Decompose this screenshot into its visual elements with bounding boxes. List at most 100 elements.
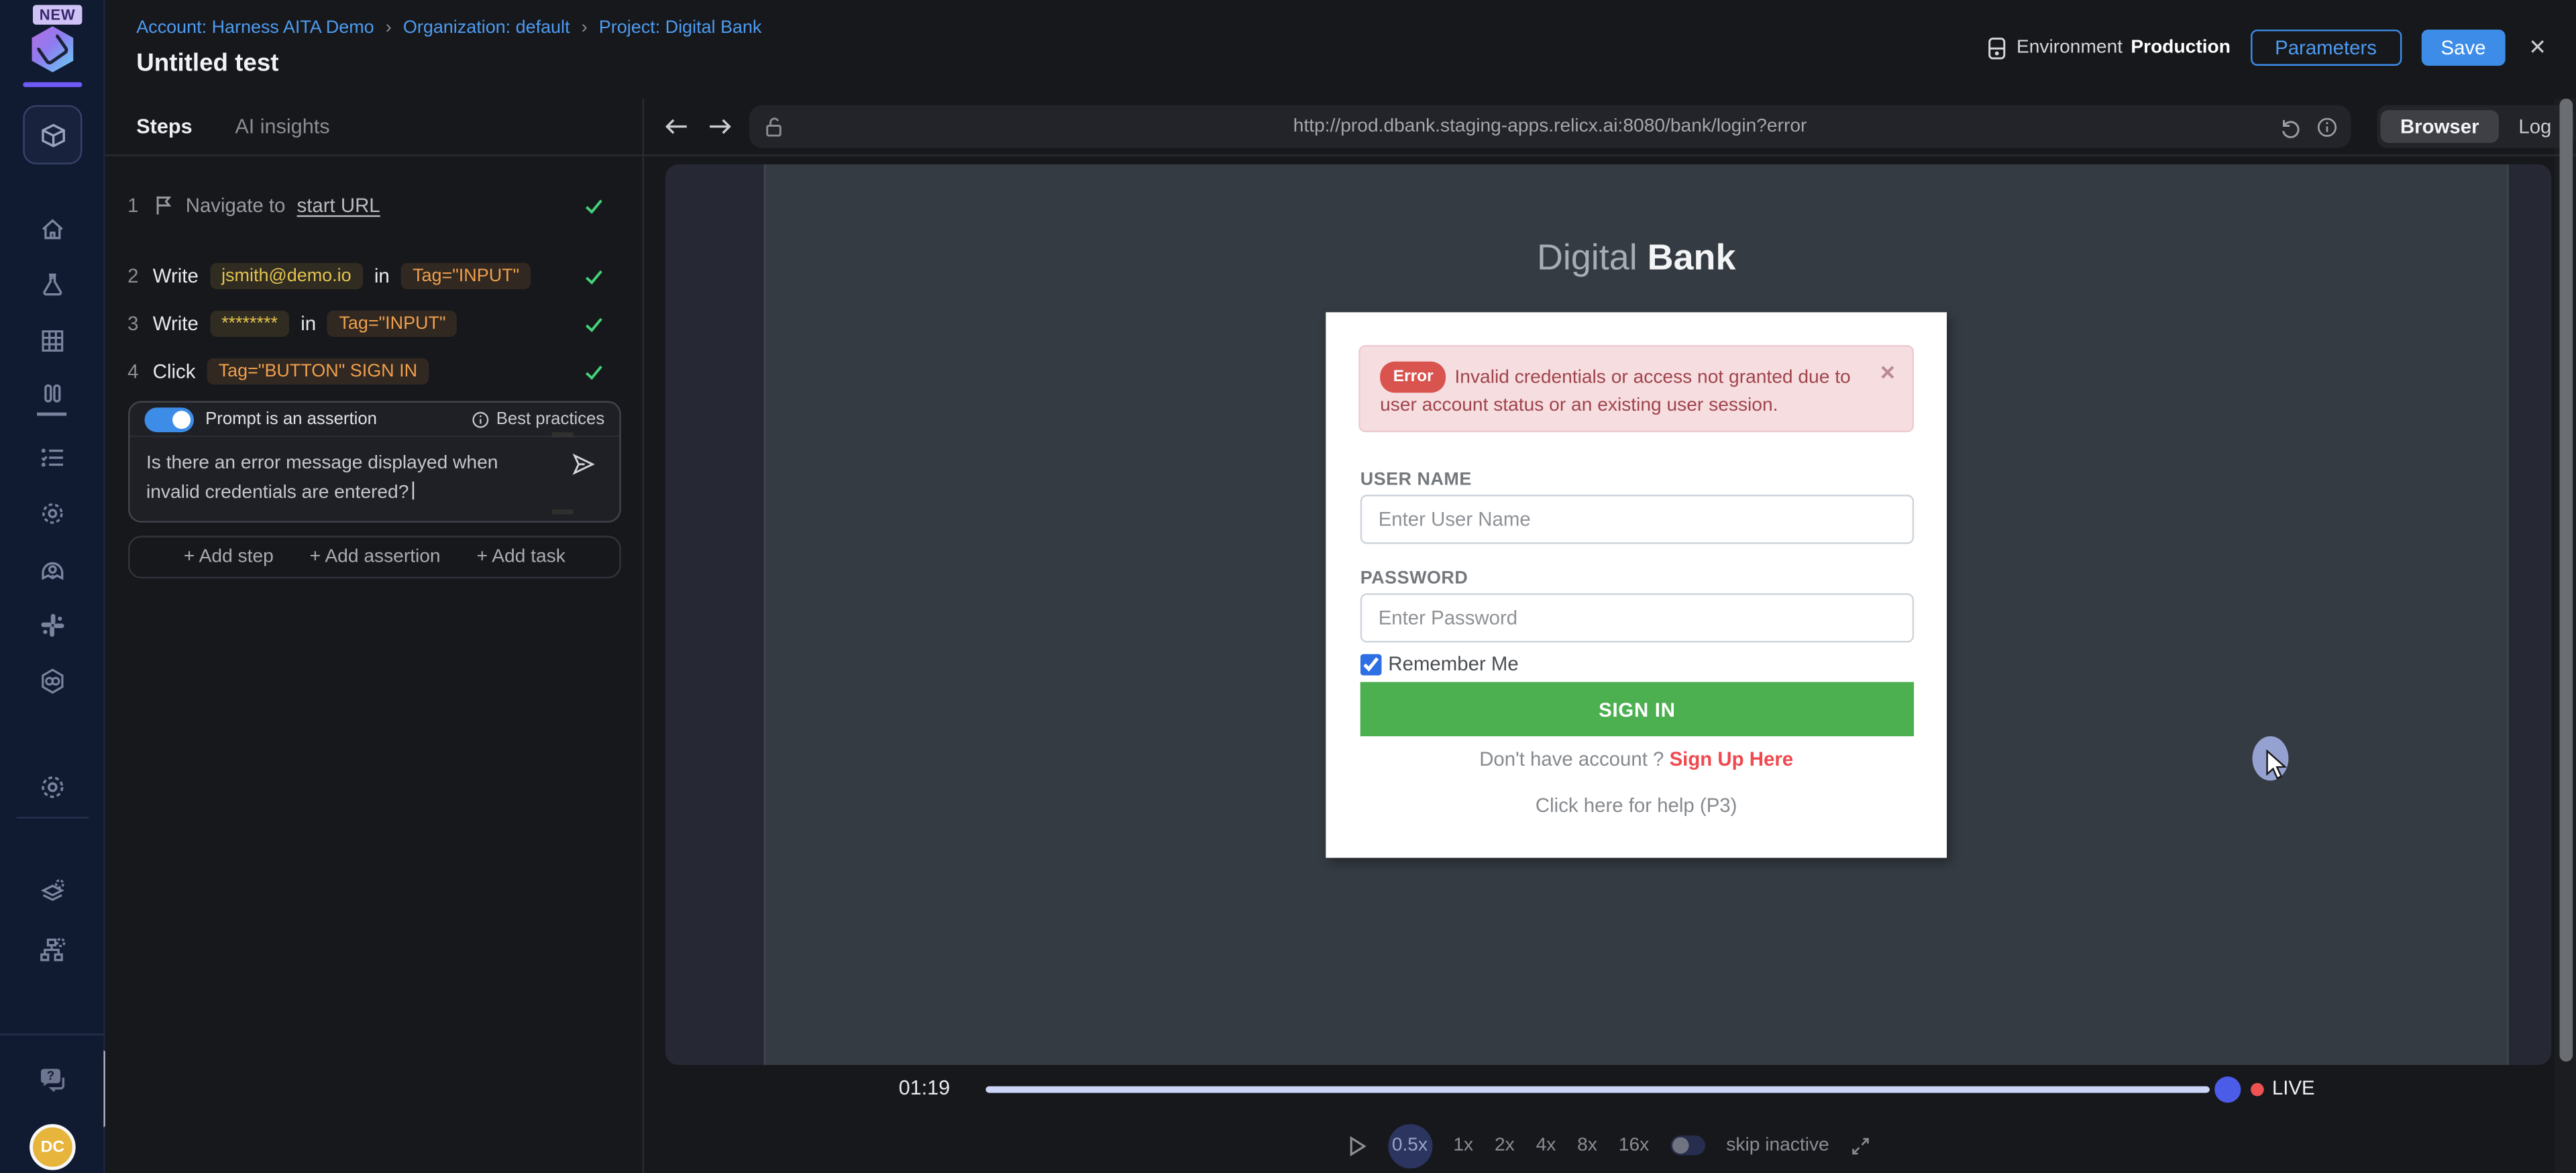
close-icon[interactable]: ✕ [2528,34,2546,60]
brand-bold-text: Bank [1648,237,1736,278]
forward-button[interactable] [708,117,733,136]
nav-item-pipelines[interactable] [38,667,66,695]
scrollbar-thumb[interactable] [2559,99,2572,1062]
alert-close-icon[interactable]: ✕ [1879,360,1896,388]
header-actions: Environment Production Parameters Save ✕ [1987,30,2546,66]
step-row-3[interactable]: 3 Write ******** in Tag="INPUT" [125,311,624,337]
password-input[interactable] [1360,593,1914,642]
nav-item-experiments[interactable] [38,271,66,299]
environment-selector[interactable]: Environment Production [1987,36,2231,60]
nav-item-apps-grid[interactable] [38,327,66,355]
flag-icon [153,194,174,217]
fullscreen-expand-icon[interactable] [1851,1135,1872,1156]
add-assertion-button[interactable]: + Add assertion [310,548,441,567]
speed-option-1x[interactable]: 1x [1453,1135,1473,1155]
tab-ai-insights[interactable]: AI insights [235,115,329,138]
best-practices-link[interactable]: Best practices [472,409,604,429]
info-icon [472,410,490,428]
step-value-chip[interactable]: jsmith@demo.io [210,263,363,289]
url-bar[interactable]: http://prod.dbank.staging-apps.relicx.ai… [749,105,2351,148]
remote-browser-viewport[interactable]: Digital Bank ErrorInvalid credentials or… [665,164,2551,1065]
steps-panel-tabs: Steps AI insights [105,99,643,156]
assertion-toggle-label: Prompt is an assertion [205,409,460,429]
remember-me-checkbox[interactable] [1360,653,1382,674]
send-prompt-button[interactable] [570,452,596,476]
back-button[interactable] [663,117,688,136]
gavel-icon [35,32,70,66]
unlock-icon [764,115,784,138]
cube-icon [39,121,67,149]
step-action: Write [153,312,199,335]
harness-aita-logo-icon[interactable] [30,26,76,72]
start-url-link[interactable]: start URL [297,194,380,217]
server-icon [1987,36,2008,60]
breadcrumb-project-link[interactable]: Project: Digital Bank [599,18,762,38]
nav-item-checklist[interactable] [38,444,66,472]
play-button[interactable] [1348,1135,1366,1156]
nav-item-test-module[interactable] [23,105,82,164]
active-module-underline [37,413,66,416]
step-passed-check-icon [583,313,604,335]
breadcrumb-organization-link[interactable]: Organization: default [403,18,570,38]
nav-item-project-settings[interactable] [37,772,66,802]
app-window: NEW [0,0,2576,1173]
nav-item-test-suites[interactable] [38,383,66,411]
textarea-resize-grip[interactable] [552,509,574,514]
step-target-chip[interactable]: Tag="INPUT" [401,263,531,289]
browser-preview-area: http://prod.dbank.staging-apps.relicx.ai… [644,99,2576,1173]
nav-accent-divider [23,82,82,87]
speed-option-8x[interactable]: 8x [1577,1135,1597,1155]
assertion-toggle[interactable] [145,407,194,431]
view-mode-tabs: Browser Log [2377,105,2575,148]
remember-me-label: Remember Me [1388,652,1518,675]
text-cursor [412,482,413,500]
help-button[interactable]: ? [36,1065,68,1096]
help-link[interactable]: Click here for help (P3) [1326,794,1947,817]
assertion-prompt-input[interactable]: Is there an error message displayed when… [146,449,557,508]
nav-item-layers-settings[interactable] [37,878,66,907]
parameters-button[interactable]: Parameters [2250,30,2401,66]
timeline-knob[interactable] [2214,1076,2241,1103]
speed-option-16x[interactable]: 16x [1619,1135,1649,1155]
info-button[interactable] [2316,116,2338,138]
step-row-4[interactable]: 4 Click Tag="BUTTON" SIGN IN [125,358,624,385]
step-row-2[interactable]: 2 Write jsmith@demo.io in Tag="INPUT" [125,263,624,289]
step-value-chip[interactable]: ******** [210,311,289,337]
add-task-button[interactable]: + Add task [477,548,566,567]
user-avatar[interactable]: DC [30,1124,76,1170]
nav-item-home[interactable] [38,215,66,244]
tab-browser[interactable]: Browser [2381,110,2499,143]
toggle-knob [1672,1137,1688,1154]
speed-option-4x[interactable]: 4x [1536,1135,1556,1155]
timeline-track[interactable] [985,1086,2209,1093]
skip-inactive-toggle[interactable] [1670,1135,1705,1155]
textarea-resize-grip[interactable] [552,432,574,437]
digital-bank-brand: Digital Bank [765,237,2507,280]
digital-bank-page: Digital Bank ErrorInvalid credentials or… [764,164,2509,1065]
nav-item-integrations[interactable] [38,611,66,640]
nav-item-incognito[interactable] [38,556,66,584]
add-step-button[interactable]: + Add step [184,548,274,567]
speed-option-0-5x[interactable]: 0.5x [1387,1123,1432,1168]
speed-option-2x[interactable]: 2x [1495,1135,1515,1155]
step-target-chip[interactable]: Tag="INPUT" [327,311,457,337]
step-row-1[interactable]: 1 Navigate to start URL [125,194,624,217]
tab-steps[interactable]: Steps [136,115,192,138]
new-badge: NEW [33,5,82,24]
breadcrumb-account-link[interactable]: Account: Harness AITA Demo [136,18,374,38]
gear-icon [37,772,66,802]
signup-text: Don't have account ? [1479,748,1664,770]
environment-value: Production [2131,38,2231,57]
sign-up-link[interactable]: Sign Up Here [1670,748,1794,770]
save-button[interactable]: Save [2421,30,2506,66]
environment-label: Environment [2017,38,2123,57]
nav-item-settings[interactable] [38,499,66,527]
refresh-button[interactable] [2279,116,2300,138]
sign-in-button[interactable]: SIGN IN [1360,682,1914,736]
playback-controls: 0.5x 1x 2x 4x 8x 16x skip inactive [644,1121,2576,1170]
nav-item-org-settings[interactable] [37,935,66,964]
url-actions [2279,116,2338,138]
top-header: Account: Harness AITA Demo › Organizatio… [105,0,2576,99]
username-input[interactable] [1360,495,1914,544]
step-target-chip[interactable]: Tag="BUTTON" SIGN IN [207,358,429,385]
